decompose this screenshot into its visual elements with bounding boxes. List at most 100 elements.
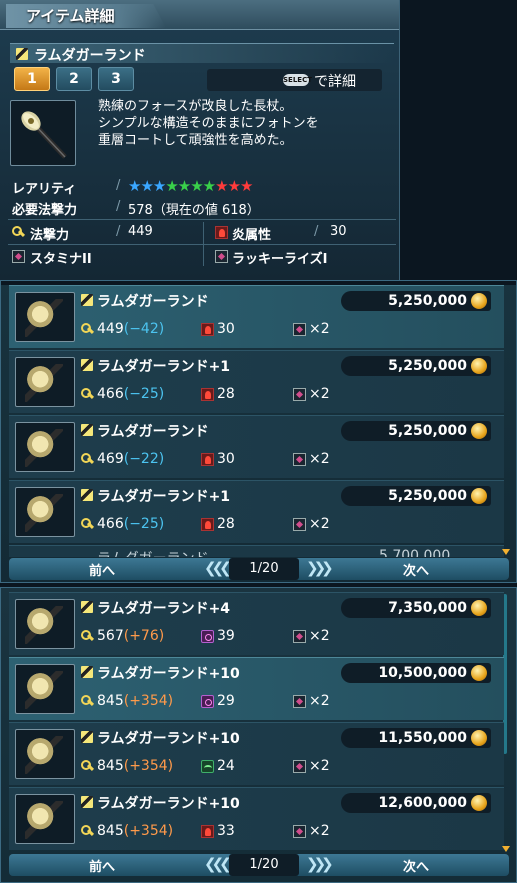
price: 5,700,000 xyxy=(379,548,451,557)
item-name: ラムダガーランド+1 xyxy=(97,359,231,375)
double-chevron-left-icon[interactable]: ❮❮❮ xyxy=(204,855,232,873)
separator: / xyxy=(116,199,121,214)
fire-icon xyxy=(201,323,214,336)
technique-attack-icon xyxy=(81,323,94,336)
rod-icon xyxy=(80,293,94,307)
element-value: 30 xyxy=(330,224,347,239)
tab-2[interactable]: 2 xyxy=(56,67,92,91)
rod-icon xyxy=(15,599,75,649)
attack-number: 466 xyxy=(97,386,124,402)
list-item[interactable]: ラムダガーランド+10 10,500,000 845(+354) 29 ×2 xyxy=(9,657,504,720)
rod-icon xyxy=(80,665,94,679)
fire-icon xyxy=(201,825,214,838)
slot-count: ×2 xyxy=(309,758,330,774)
prev-page-button[interactable]: 前へ xyxy=(89,560,115,579)
attack-number: 845 xyxy=(97,758,124,774)
slot-count: ×2 xyxy=(309,628,330,644)
attack-value: 469(−22) xyxy=(97,451,164,467)
technique-attack-icon xyxy=(81,453,94,466)
shop-list-panel-1: ラムダガーランド 5,250,000 449(−42) 30 ×2 ラムダガーラ… xyxy=(0,280,517,583)
select-detail-hint[interactable]: SELECT で詳細 xyxy=(207,69,382,91)
light-icon xyxy=(201,695,214,708)
item-name-row: ラムダガーランド xyxy=(10,43,394,64)
attack-number: 567 xyxy=(97,628,124,644)
technique-attack-icon xyxy=(81,630,94,643)
list-item[interactable]: ラムダガーランド+1 5,250,000 466(−25) 28 ×2 xyxy=(9,350,504,413)
separator: / xyxy=(116,224,121,239)
item-name: ラムダガーランド+10 xyxy=(97,796,240,812)
separator: / xyxy=(116,178,121,193)
price: 5,250,000 xyxy=(388,293,467,309)
double-chevron-right-icon[interactable]: ❯❯❯ xyxy=(306,855,334,873)
rod-icon xyxy=(15,729,75,779)
attack-diff: (+354) xyxy=(123,758,174,774)
select-hint-label: で詳細 xyxy=(314,74,356,90)
scroll-down-icon[interactable] xyxy=(502,846,510,852)
double-chevron-left-icon[interactable]: ❮❮❮ xyxy=(204,559,232,577)
scroll-down-icon[interactable] xyxy=(502,549,510,555)
rod-icon xyxy=(15,357,75,407)
rarity-stars-red: ★★★ xyxy=(215,177,253,195)
rarity-stars-green: ★★★★ xyxy=(165,177,216,195)
attack-number: 449 xyxy=(97,321,124,337)
list-item-partial[interactable]: ラムダガーランド 5,700,000 xyxy=(9,545,504,557)
meseta-icon xyxy=(471,423,487,439)
attack-value: 466(−25) xyxy=(97,386,164,402)
slot-count: ×2 xyxy=(309,693,330,709)
technique-attack-icon xyxy=(81,825,94,838)
price: 10,500,000 xyxy=(378,665,467,681)
rod-icon xyxy=(15,794,75,844)
fire-icon xyxy=(201,453,214,466)
list-item[interactable]: ラムダガーランド+10 12,600,000 845(+354) 33 ×2 xyxy=(9,787,504,850)
attack-number: 469 xyxy=(97,451,124,467)
wind-icon xyxy=(201,760,214,773)
attack-diff: (−42) xyxy=(123,321,165,337)
price-box: 5,250,000 xyxy=(341,486,491,506)
attack-diff: (+76) xyxy=(123,628,165,644)
meseta-icon xyxy=(471,730,487,746)
list-item[interactable]: ラムダガーランド+1 5,250,000 466(−25) 28 ×2 xyxy=(9,480,504,543)
technique-attack-icon xyxy=(81,695,94,708)
technique-attack-icon xyxy=(12,226,25,239)
attack-diff: (+354) xyxy=(123,823,174,839)
next-page-button[interactable]: 次へ xyxy=(403,560,429,579)
double-chevron-right-icon[interactable]: ❯❯❯ xyxy=(306,559,334,577)
prev-page-button[interactable]: 前へ xyxy=(89,856,115,875)
element-value: 39 xyxy=(217,628,235,644)
price-box: 7,350,000 xyxy=(341,598,491,618)
slot-icon xyxy=(293,825,306,838)
slot-icon xyxy=(293,323,306,336)
meseta-icon xyxy=(471,600,487,616)
slot-icon xyxy=(293,518,306,531)
element-label: 炎属性 xyxy=(232,228,272,243)
tab-3[interactable]: 3 xyxy=(98,67,134,91)
page-indicator: 1/20 xyxy=(229,558,299,580)
rod-icon xyxy=(15,422,75,472)
divider xyxy=(8,219,396,220)
item-name: ラムダガーランド+4 xyxy=(97,601,231,617)
divider xyxy=(8,244,396,245)
list-item[interactable]: ラムダガーランド+10 11,550,000 845(+354) 24 ×2 xyxy=(9,722,504,785)
list-item[interactable]: ラムダガーランド 5,250,000 469(−22) 30 ×2 xyxy=(9,415,504,478)
separator: / xyxy=(314,224,319,239)
rod-icon xyxy=(80,358,94,372)
rod-icon xyxy=(80,795,94,809)
tab-1[interactable]: 1 xyxy=(14,67,50,91)
fire-icon xyxy=(215,226,228,239)
attack-value: 845(+354) xyxy=(97,758,173,774)
list-item[interactable]: ラムダガーランド 5,250,000 449(−42) 30 ×2 xyxy=(9,285,504,348)
rarity-stars: ★★★★★★★★★★ xyxy=(128,177,253,195)
meseta-icon xyxy=(471,358,487,374)
pager: 前へ ❮❮❮ 1/20 ❯❯❯ 次へ xyxy=(9,854,509,876)
rod-icon xyxy=(15,47,29,61)
ability-icon xyxy=(215,250,228,263)
list-item[interactable]: ラムダガーランド+4 7,350,000 567(+76) 39 ×2 xyxy=(9,592,504,655)
slot-icon xyxy=(293,630,306,643)
price-box: 5,250,000 xyxy=(341,421,491,441)
element-value: 33 xyxy=(217,823,235,839)
next-page-button[interactable]: 次へ xyxy=(403,856,429,875)
price-box: 10,500,000 xyxy=(341,663,491,683)
meseta-icon xyxy=(471,665,487,681)
stat-label: 法撃力 xyxy=(30,228,70,243)
attack-value: 845(+354) xyxy=(97,823,173,839)
